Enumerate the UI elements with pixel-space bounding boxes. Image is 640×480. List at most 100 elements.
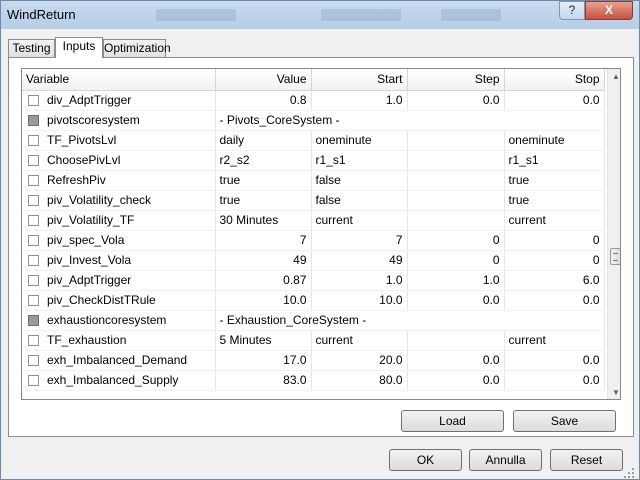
optimize-checkbox[interactable] [28, 215, 39, 226]
load-button[interactable]: Load [401, 410, 504, 432]
column-header-stop[interactable]: Stop [504, 69, 605, 91]
step-cell[interactable]: 0.0 [407, 370, 505, 391]
start-cell[interactable]: r1_s1 [311, 150, 408, 171]
tab-testing[interactable]: Testing [8, 39, 55, 57]
step-cell[interactable] [407, 210, 505, 231]
table-row[interactable]: piv_AdptTrigger 0.87 1.0 1.0 6.0 [22, 270, 605, 291]
vertical-scrollbar[interactable]: ▲ ▼ [607, 69, 620, 399]
title-bar[interactable]: WindReturn ? X [1, 1, 639, 29]
value-cell[interactable]: true [215, 170, 312, 191]
ok-button[interactable]: OK [389, 449, 462, 471]
value-cell[interactable]: 83.0 [215, 370, 312, 391]
table-row[interactable]: ChoosePivLvl r2_s2 r1_s1 r1_s1 [22, 150, 605, 171]
step-cell[interactable] [407, 190, 505, 211]
optimize-checkbox[interactable] [28, 355, 39, 366]
stop-cell[interactable]: true [504, 190, 605, 211]
start-cell[interactable]: 80.0 [311, 370, 408, 391]
cancel-button[interactable]: Annulla [469, 449, 542, 471]
optimize-checkbox[interactable] [28, 175, 39, 186]
start-cell[interactable]: current [311, 330, 408, 351]
value-cell[interactable]: 17.0 [215, 350, 312, 371]
value-cell[interactable]: r2_s2 [215, 150, 312, 171]
value-cell[interactable]: true [215, 190, 312, 211]
stop-cell[interactable]: 0.0 [504, 350, 605, 371]
stop-cell[interactable]: 0 [504, 250, 605, 271]
resize-grip-icon[interactable] [623, 467, 635, 479]
step-cell[interactable]: 1.0 [407, 270, 505, 291]
close-button[interactable]: X [585, 1, 633, 20]
value-cell[interactable]: 0.8 [215, 90, 312, 111]
stop-cell[interactable]: 6.0 [504, 270, 605, 291]
optimize-checkbox[interactable] [28, 315, 39, 326]
stop-cell[interactable]: 0.0 [504, 370, 605, 391]
start-cell[interactable]: current [311, 210, 408, 231]
start-cell[interactable]: 1.0 [311, 270, 408, 291]
start-cell[interactable]: 20.0 [311, 350, 408, 371]
optimize-checkbox[interactable] [28, 155, 39, 166]
value-cell[interactable]: 10.0 [215, 290, 312, 311]
tab-inputs[interactable]: Inputs [55, 37, 103, 58]
stop-cell[interactable]: r1_s1 [504, 150, 605, 171]
optimize-checkbox[interactable] [28, 295, 39, 306]
table-row[interactable]: div_AdptTrigger 0.8 1.0 0.0 0.0 [22, 90, 605, 111]
value-cell[interactable]: 49 [215, 250, 312, 271]
optimize-checkbox[interactable] [28, 115, 39, 126]
value-cell[interactable]: 0.87 [215, 270, 312, 291]
start-cell[interactable]: 7 [311, 230, 408, 251]
start-cell[interactable]: false [311, 190, 408, 211]
scroll-down-arrow-icon[interactable]: ▼ [608, 385, 620, 399]
value-cell[interactable]: daily [215, 130, 312, 151]
optimize-checkbox[interactable] [28, 195, 39, 206]
stop-cell[interactable]: current [504, 330, 605, 351]
section-label-cell[interactable]: - Pivots_CoreSystem - [215, 110, 605, 131]
table-row[interactable]: exh_Imbalanced_Demand 17.0 20.0 0.0 0.0 [22, 350, 605, 371]
step-cell[interactable] [407, 170, 505, 191]
start-cell[interactable]: 10.0 [311, 290, 408, 311]
column-header-step[interactable]: Step [407, 69, 505, 91]
value-cell[interactable]: 7 [215, 230, 312, 251]
start-cell[interactable]: 49 [311, 250, 408, 271]
column-header-start[interactable]: Start [311, 69, 408, 91]
value-cell[interactable]: 5 Minutes [215, 330, 312, 351]
table-row[interactable]: exhaustioncoresystem - Exhaustion_CoreSys… [22, 310, 605, 331]
step-cell[interactable] [407, 150, 505, 171]
table-row[interactable]: piv_Volatility_TF 30 Minutes current curren… [22, 210, 605, 231]
help-button[interactable]: ? [559, 1, 585, 20]
reset-button[interactable]: Reset [550, 449, 623, 471]
optimize-checkbox[interactable] [28, 275, 39, 286]
start-cell[interactable]: oneminute [311, 130, 408, 151]
section-label-cell[interactable]: - Exhaustion_CoreSystem - [215, 310, 605, 331]
save-button[interactable]: Save [513, 410, 616, 432]
step-cell[interactable]: 0.0 [407, 290, 505, 311]
optimize-checkbox[interactable] [28, 335, 39, 346]
table-row[interactable]: exh_Imbalanced_Supply 83.0 80.0 0.0 0.0 [22, 370, 605, 391]
optimize-checkbox[interactable] [28, 255, 39, 266]
stop-cell[interactable]: oneminute [504, 130, 605, 151]
scroll-up-arrow-icon[interactable]: ▲ [608, 69, 620, 85]
column-header-variable[interactable]: Variable [22, 69, 216, 91]
optimize-checkbox[interactable] [28, 375, 39, 386]
table-row[interactable]: piv_CheckDistTRule 10.0 10.0 0.0 0.0 [22, 290, 605, 311]
column-header-value[interactable]: Value [215, 69, 312, 91]
optimize-checkbox[interactable] [28, 95, 39, 106]
table-row[interactable]: RefreshPiv true false true [22, 170, 605, 191]
stop-cell[interactable]: 0 [504, 230, 605, 251]
table-row[interactable]: piv_spec_Vola 7 7 0 0 [22, 230, 605, 251]
stop-cell[interactable]: true [504, 170, 605, 191]
step-cell[interactable]: 0 [407, 250, 505, 271]
step-cell[interactable]: 0.0 [407, 350, 505, 371]
tab-optimization[interactable]: Optimization [103, 39, 171, 57]
value-cell[interactable]: 30 Minutes [215, 210, 312, 231]
table-row[interactable]: piv_Invest_Vola 49 49 0 0 [22, 250, 605, 271]
stop-cell[interactable]: 0.0 [504, 290, 605, 311]
stop-cell[interactable]: 0.0 [504, 90, 605, 111]
table-row[interactable]: TF_PivotsLvl daily oneminute oneminute [22, 130, 605, 151]
start-cell[interactable]: false [311, 170, 408, 191]
optimize-checkbox[interactable] [28, 135, 39, 146]
table-row[interactable]: piv_Volatility_check true false true [22, 190, 605, 211]
step-cell[interactable]: 0 [407, 230, 505, 251]
table-row[interactable]: pivotscoresystem - Pivots_CoreSystem - [22, 110, 605, 131]
stop-cell[interactable]: current [504, 210, 605, 231]
optimize-checkbox[interactable] [28, 235, 39, 246]
table-row[interactable]: TF_exhaustion 5 Minutes current current [22, 330, 605, 351]
